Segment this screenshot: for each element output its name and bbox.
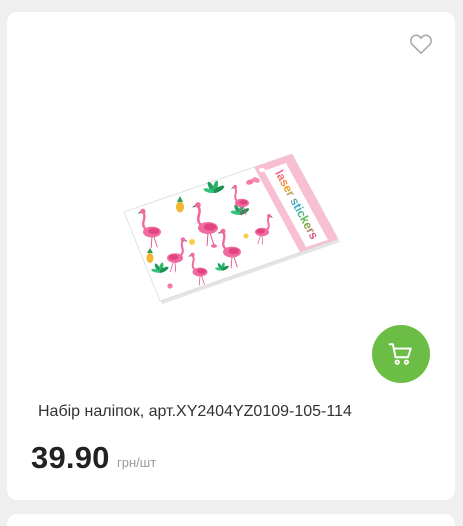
product-title[interactable]: Набір наліпок, арт.XY2404YZ0109-105-114 [38,402,438,422]
product-image[interactable]: laser stickers [115,145,345,310]
cart-icon [388,343,412,365]
next-product-card[interactable] [7,514,455,526]
heart-icon [410,34,432,54]
price-value: 39.90 [31,440,110,475]
price-unit: грн/шт [117,455,157,470]
favorite-button[interactable] [409,33,433,55]
add-to-cart-button[interactable] [372,325,430,383]
